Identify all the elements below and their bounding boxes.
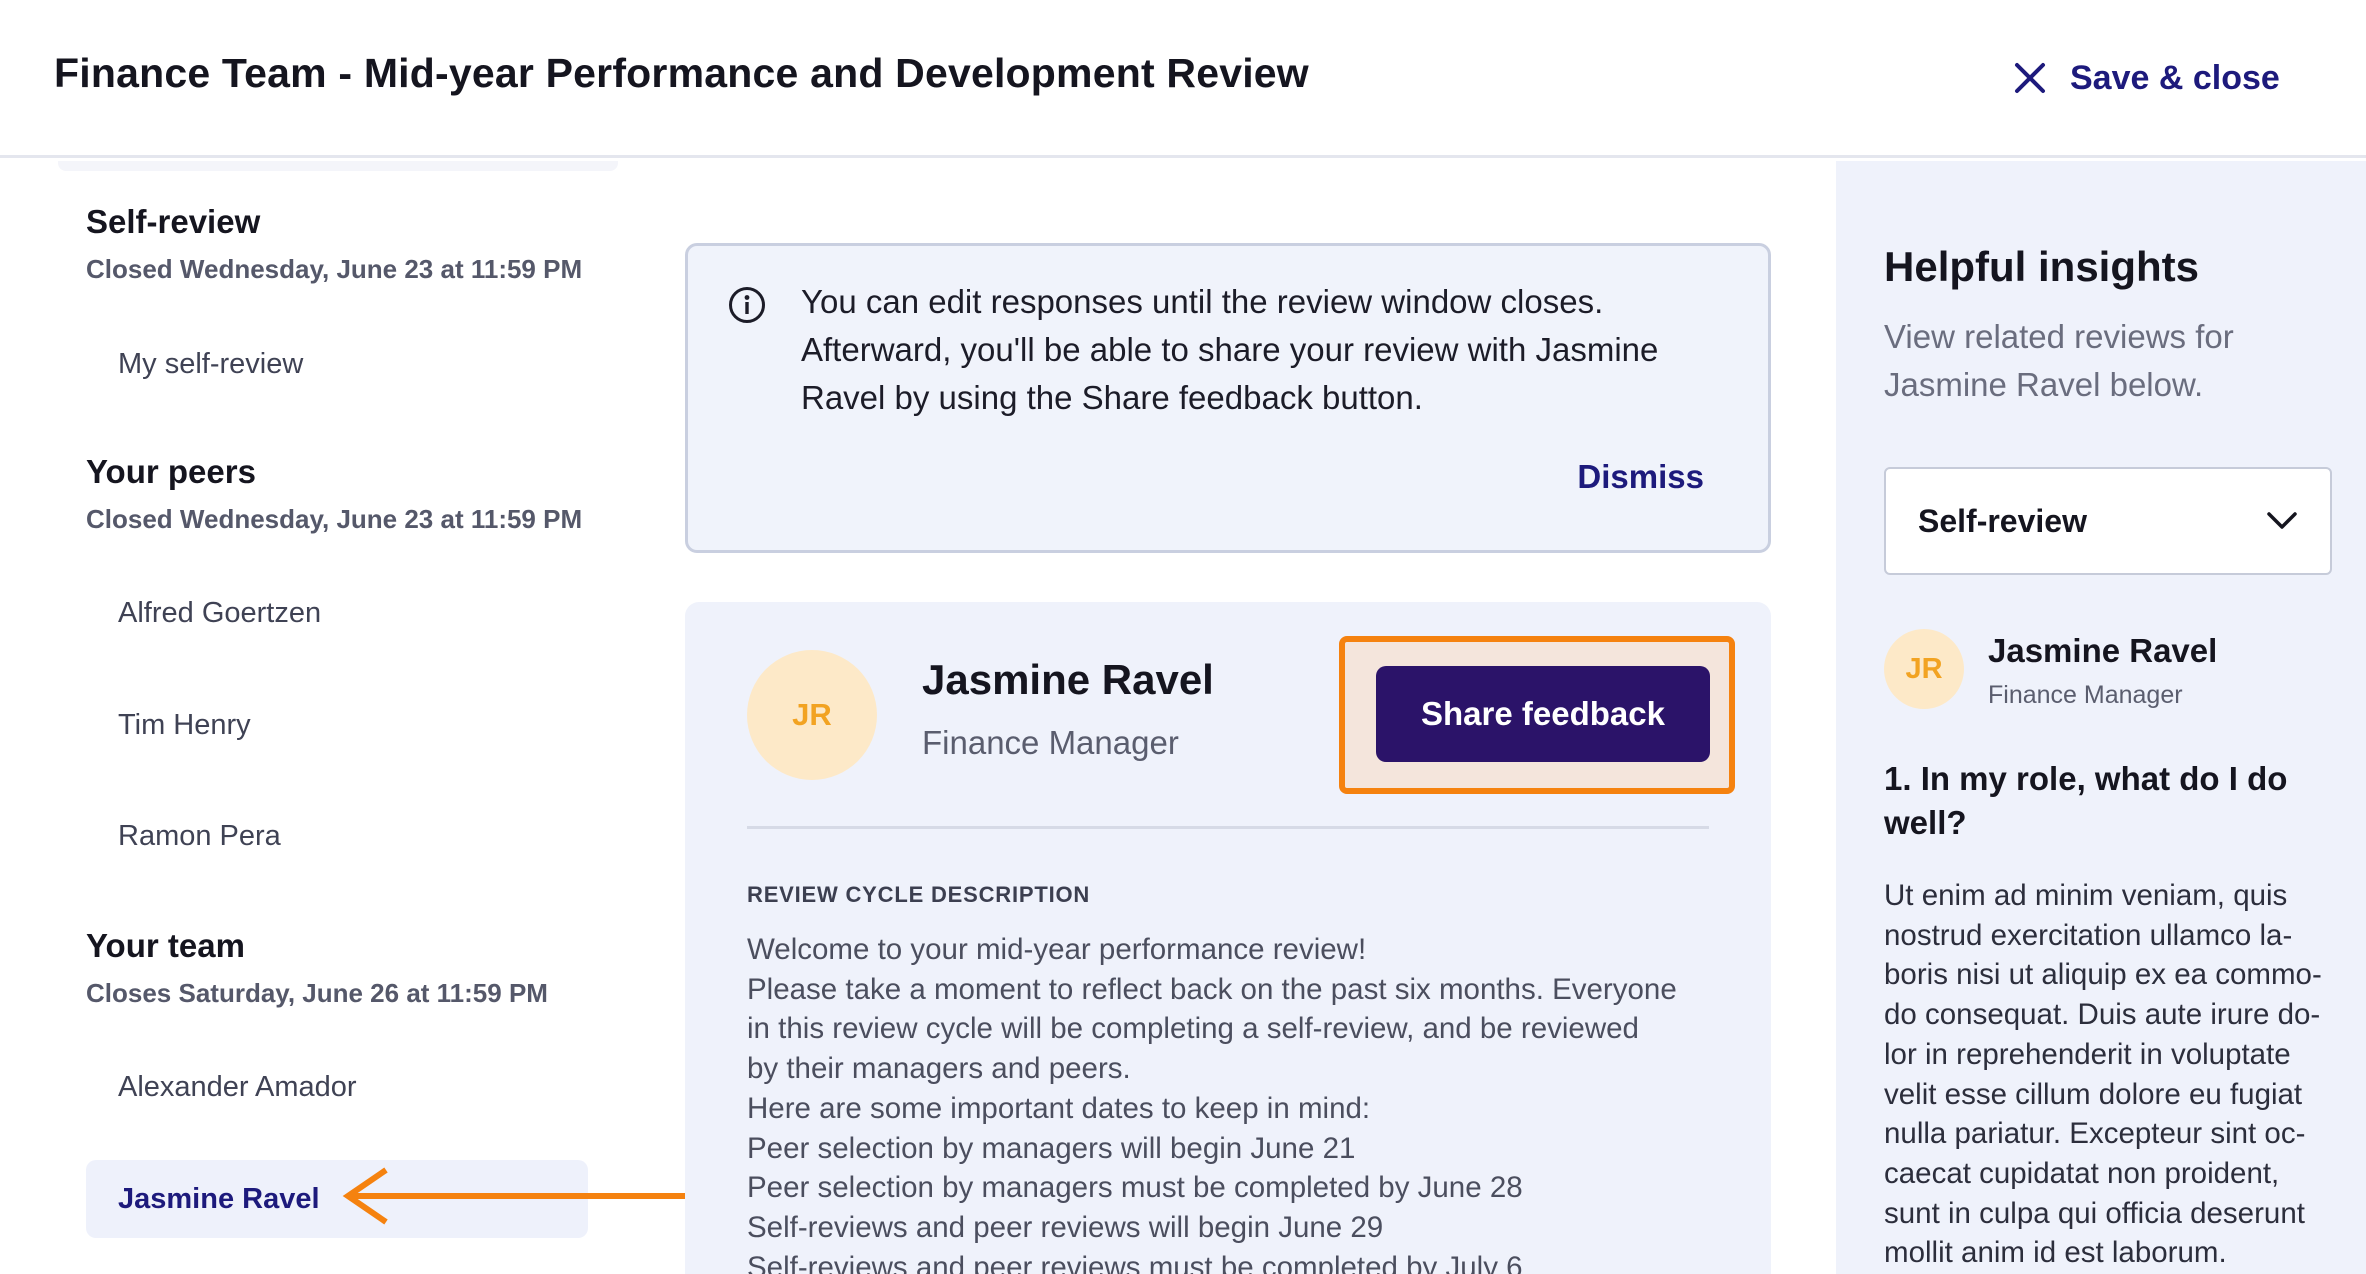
description-line: by their managers and peers. xyxy=(747,1052,1131,1086)
reviewee-name: Jasmine Ravel xyxy=(922,656,1214,703)
dismiss-button[interactable]: Dismiss xyxy=(1577,458,1704,496)
review-question: 1. In my role, what do I do well? xyxy=(1884,760,2288,841)
avatar: JR xyxy=(747,650,877,780)
review-type-select-value: Self-review xyxy=(1918,502,2087,539)
sidebar-item-alfred-goertzen[interactable]: Alfred Goertzen xyxy=(86,574,588,652)
insights-title: Helpful insights xyxy=(1884,243,2199,290)
answer-line: Ut enim ad minim veniam, quis xyxy=(1884,879,2288,912)
answer-line: boris nisi ut aliquip ex ea commo- xyxy=(1884,958,2322,992)
reviewee-role: Finance Manager xyxy=(922,724,1179,761)
description-line: Welcome to your mid-year performance rev… xyxy=(747,933,1367,966)
info-icon xyxy=(729,287,765,323)
section-deadline-your-team: Closes Saturday, June 26 at 11:59 PM xyxy=(86,978,548,1008)
review-answer: Ut enim ad minim veniam, quis nostrud ex… xyxy=(1884,876,2344,1273)
chevron-down-icon xyxy=(2267,512,2297,529)
annotation-arrow-icon xyxy=(342,1167,688,1225)
section-deadline-your-peers: Closed Wednesday, June 23 at 11:59 PM xyxy=(86,504,583,534)
section-deadline-self-review: Closed Wednesday, June 23 at 11:59 PM xyxy=(86,254,583,284)
info-banner-text: You can edit responses until the review … xyxy=(801,283,1659,416)
description-line: Self-reviews and peer reviews will begin… xyxy=(747,1210,1384,1244)
answer-line: nostrud exercitation ullamco la- xyxy=(1884,918,2293,952)
share-feedback-button[interactable]: Share feedback xyxy=(1376,666,1710,762)
sidebar-item-tim-henry[interactable]: Tim Henry xyxy=(86,686,588,764)
description-line: Self-reviews and peer reviews must be co… xyxy=(747,1250,1523,1274)
sidebar-item-alexander-amador[interactable]: Alexander Amador xyxy=(86,1048,588,1126)
reviewer-avatar: JR xyxy=(1884,629,1964,709)
review-type-select[interactable]: Self-review xyxy=(1884,467,2332,575)
description-line: in this review cycle will be completing … xyxy=(747,1012,1639,1046)
description-line: Peer selection by managers will begin Ju… xyxy=(747,1131,1356,1165)
section-title-your-peers: Your peers xyxy=(86,453,256,490)
info-banner: You can edit responses until the review … xyxy=(685,243,1771,553)
helpful-insights-panel: Helpful insights View related reviews fo… xyxy=(1836,161,2366,1274)
answer-line: caecat cupidatat non proident, xyxy=(1884,1156,2280,1190)
review-cycle-description: Welcome to your mid-year performance rev… xyxy=(747,930,1727,1274)
answer-line: do consequat. Duis aute irure do- xyxy=(1884,998,2321,1032)
page-header: Finance Team - Mid-year Performance and … xyxy=(0,0,2366,158)
close-icon xyxy=(2015,63,2045,93)
description-line: Please take a moment to reflect back on … xyxy=(747,972,1677,1006)
review-page: Finance Team - Mid-year Performance and … xyxy=(0,0,2366,1274)
description-line: Here are some important dates to keep in… xyxy=(747,1091,1371,1125)
answer-line: sunt in culpa qui officia deserunt xyxy=(1884,1196,2305,1230)
review-sidebar: Self-review Closed Wednesday, June 23 at… xyxy=(0,161,640,1274)
save-close-label: Save & close xyxy=(2070,58,2280,97)
answer-line: mollit anim id est laborum. xyxy=(1884,1236,2227,1270)
insights-subtitle: View related reviews for Jasmine Ravel b… xyxy=(1884,318,2234,403)
divider xyxy=(747,826,1709,829)
reviewer-name: Jasmine Ravel xyxy=(1988,632,2218,669)
answer-line: velit esse cillum dolore eu fugiat xyxy=(1884,1077,2303,1111)
reviewer-role: Finance Manager xyxy=(1988,681,2183,709)
answer-line: lor in reprehenderit in voluptate xyxy=(1884,1037,2291,1071)
share-feedback-highlight: Share feedback xyxy=(1339,636,1735,794)
reviewee-card: JR Jasmine Ravel Finance Manager Share f… xyxy=(685,602,1771,1274)
page-title: Finance Team - Mid-year Performance and … xyxy=(54,50,1309,96)
save-close-button[interactable]: Save & close xyxy=(2012,50,2280,106)
answer-line: nulla pariatur. Excepteur sint oc- xyxy=(1884,1117,2306,1151)
sidebar-item-ramon-pera[interactable]: Ramon Pera xyxy=(86,797,588,875)
sidebar-item-my-self-review[interactable]: My self-review xyxy=(86,325,588,403)
review-cycle-heading: REVIEW CYCLE DESCRIPTION xyxy=(747,882,1091,907)
section-title-your-team: Your team xyxy=(86,927,245,964)
description-line: Peer selection by managers must be compl… xyxy=(747,1171,1523,1205)
section-title-self-review: Self-review xyxy=(86,203,261,240)
sidebar-scroll-edge xyxy=(58,161,618,171)
